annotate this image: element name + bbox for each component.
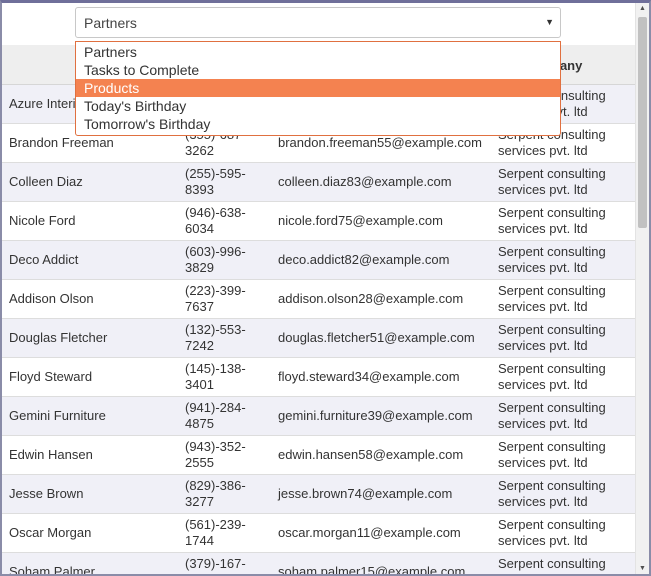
chevron-down-icon: ▼ — [545, 17, 554, 27]
scroll-thumb[interactable] — [638, 17, 647, 228]
table-row[interactable]: Douglas Fletcher (132)-553-7242 douglas.fl… — [2, 319, 635, 358]
cell-phone: (145)-138-3401 — [185, 361, 246, 392]
table-row[interactable]: Jesse Brown (829)-386-3277 jesse.brown74@e… — [2, 475, 635, 514]
cell-email: douglas.fletcher51@example.com — [278, 330, 475, 345]
cell-email: gemini.furniture39@example.com — [278, 408, 473, 423]
cell-company: Serpent consulting services pvt. ltd — [498, 322, 606, 353]
cell-email: deco.addict82@example.com — [278, 252, 450, 267]
cell-company: Serpent consulting services pvt. ltd — [498, 361, 606, 392]
table-row[interactable]: Soham Palmer (379)-167-2040 soham.palmer15… — [2, 553, 635, 574]
view-select-value: Partners — [84, 15, 137, 31]
table-row[interactable]: Edwin Hansen (943)-352-2555 edwin.hansen58… — [2, 436, 635, 475]
cell-name: Soham Palmer — [9, 564, 95, 574]
cell-name: Gemini Furniture — [9, 408, 106, 423]
filter-bar: Partners ▼ — [2, 3, 635, 45]
dropdown-option[interactable]: Today's Birthday — [76, 97, 560, 115]
table-row[interactable]: Floyd Steward (145)-138-3401 floyd.steward… — [2, 358, 635, 397]
cell-name: Oscar Morgan — [9, 525, 92, 540]
cell-email: jesse.brown74@example.com — [278, 486, 453, 501]
cell-phone: (603)-996-3829 — [185, 244, 246, 275]
cell-phone: (946)-638-6034 — [185, 205, 246, 236]
cell-name: Addison Olson — [9, 291, 94, 306]
cell-company: Serpent consulting services pvt. ltd — [498, 400, 606, 431]
cell-name: Douglas Fletcher — [9, 330, 108, 345]
view-select[interactable]: Partners ▼ — [75, 7, 561, 38]
cell-name: Azure Interi — [9, 96, 76, 111]
cell-email: oscar.morgan11@example.com — [278, 525, 461, 540]
dropdown-option[interactable]: Products — [76, 79, 560, 97]
dropdown-option[interactable]: Tomorrow's Birthday — [76, 115, 560, 133]
cell-phone: (255)-595-8393 — [185, 166, 246, 197]
table-row[interactable]: Addison Olson (223)-399-7637 addison.olson… — [2, 280, 635, 319]
cell-phone: (941)-284-4875 — [185, 400, 246, 431]
cell-name: Edwin Hansen — [9, 447, 93, 462]
cell-email: edwin.hansen58@example.com — [278, 447, 464, 462]
cell-company: Serpent consulting services pvt. ltd — [498, 244, 606, 275]
cell-company: Serpent consulting services pvt. ltd — [498, 556, 606, 574]
cell-name: Jesse Brown — [9, 486, 84, 501]
cell-phone: (943)-352-2555 — [185, 439, 246, 470]
view-select-dropdown: Partners Tasks to Complete Products Today's… — [75, 41, 561, 136]
cell-phone: (223)-399-7637 — [185, 283, 246, 314]
cell-email: addison.olson28@example.com — [278, 291, 464, 306]
cell-email: soham.palmer15@example.com — [278, 564, 466, 574]
cell-email: colleen.diaz83@example.com — [278, 174, 452, 189]
cell-company: Serpent consulting services pvt. ltd — [498, 478, 606, 509]
dropdown-option[interactable]: Tasks to Complete — [76, 61, 560, 79]
cell-name: Brandon Freeman — [9, 135, 114, 150]
cell-email: nicole.ford75@example.com — [278, 213, 443, 228]
table-row[interactable]: Gemini Furniture (941)-284-4875 gemini.fur… — [2, 397, 635, 436]
dropdown-option[interactable]: Partners — [76, 43, 560, 61]
cell-email: floyd.steward34@example.com — [278, 369, 460, 384]
table-row[interactable]: Deco Addict (603)-996-3829 deco.addict82@e… — [2, 241, 635, 280]
cell-phone: (561)-239-1744 — [185, 517, 246, 548]
table-body: Azure Interi Serpent consulting services … — [2, 85, 635, 574]
cell-email: brandon.freeman55@example.com — [278, 135, 482, 150]
table-row[interactable]: Oscar Morgan (561)-239-1744 oscar.morgan11… — [2, 514, 635, 553]
vertical-scrollbar[interactable]: ▲ ▼ — [635, 3, 649, 574]
cell-company: Serpent consulting services pvt. ltd — [498, 166, 606, 197]
scroll-up-arrow-icon[interactable]: ▲ — [636, 5, 649, 12]
cell-name: Floyd Steward — [9, 369, 93, 384]
cell-name: Colleen Diaz — [9, 174, 83, 189]
table-row[interactable]: Colleen Diaz (255)-595-8393 colleen.diaz83… — [2, 163, 635, 202]
cell-phone: (379)-167-2040 — [185, 556, 246, 574]
popup-window: Partners ▼ pany Azure InteriSerpent cons… — [0, 0, 651, 576]
table-row[interactable]: Nicole Ford (946)-638-6034 nicole.ford75@e… — [2, 202, 635, 241]
cell-company: Serpent consulting services pvt. ltd — [498, 283, 606, 314]
cell-phone: (829)-386-3277 — [185, 478, 246, 509]
cell-phone: (132)-553-7242 — [185, 322, 246, 353]
cell-company: Serpent consulting services pvt. ltd — [498, 439, 606, 470]
cell-company: Serpent consulting services pvt. ltd — [498, 205, 606, 236]
cell-company: Serpent consulting services pvt. ltd — [498, 517, 606, 548]
scroll-down-arrow-icon[interactable]: ▼ — [636, 565, 649, 572]
cell-name: Nicole Ford — [9, 213, 76, 228]
cell-name: Deco Addict — [9, 252, 79, 267]
